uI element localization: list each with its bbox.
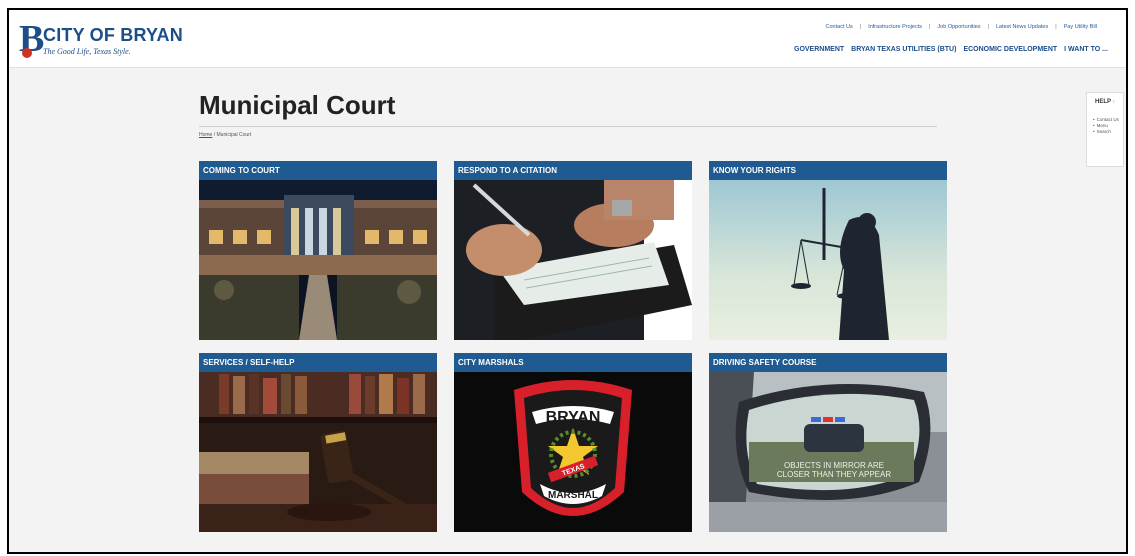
writing-citation-photo-icon — [454, 180, 692, 340]
tile-city-marshals[interactable]: CITY MARSHALS BRYAN TEXAS MARSHAL — [454, 353, 692, 532]
gavel-books-photo-icon — [199, 372, 437, 532]
main-nav: GOVERNMENT BRYAN TEXAS UTILITIES (BTU) E… — [794, 46, 1108, 53]
logo-b-mark-icon: B — [19, 18, 45, 60]
tile-title: CITY MARSHALS — [454, 353, 692, 372]
tile-title: COMING TO COURT — [199, 161, 437, 180]
help-links: Contact Us Menu Search — [1093, 117, 1119, 135]
browser-viewport: B CITY OF BRYAN The Good Life, Texas Sty… — [7, 8, 1128, 554]
logo-tagline: The Good Life, Texas Style. — [43, 47, 131, 56]
tile-title: KNOW YOUR RIGHTS — [709, 161, 947, 180]
side-mirror-photo-icon: OBJECTS IN MIRROR ARE CLOSER THAN THEY A… — [709, 372, 947, 532]
marshal-badge-photo-icon: BRYAN TEXAS MARSHAL — [454, 372, 692, 532]
breadcrumb-current: Municipal Court — [216, 132, 252, 138]
title-divider — [199, 126, 937, 127]
badge-top-text: BRYAN — [546, 409, 601, 426]
tile-driving-safety-course[interactable]: DRIVING SAFETY COURSE OBJECTS IN MIRROR … — [709, 353, 947, 532]
tile-title: SERVICES / SELF-HELP — [199, 353, 437, 372]
utility-link-pay-bill[interactable]: Pay Utility Bill — [1061, 24, 1100, 30]
tile-respond-to-citation[interactable]: RESPOND TO A CITATION — [454, 161, 692, 340]
utility-link-infrastructure[interactable]: Infrastructure Projects — [865, 24, 925, 30]
breadcrumb-home[interactable]: Home — [199, 132, 212, 138]
help-title: HELP › — [1095, 99, 1115, 105]
nav-i-want-to[interactable]: I WANT TO ... — [1064, 46, 1108, 53]
mirror-text-line-1: OBJECTS IN MIRROR ARE — [784, 461, 884, 470]
separator: | — [1055, 24, 1057, 30]
tile-title: RESPOND TO A CITATION — [454, 161, 692, 180]
site-header: B CITY OF BRYAN The Good Life, Texas Sty… — [9, 10, 1126, 68]
lady-justice-photo-icon — [709, 180, 947, 340]
chevron-right-icon: › — [1112, 99, 1115, 105]
nav-btu[interactable]: BRYAN TEXAS UTILITIES (BTU) — [851, 46, 956, 53]
tile-title: DRIVING SAFETY COURSE — [709, 353, 947, 372]
help-widget[interactable]: HELP › Contact Us Menu Search — [1086, 92, 1124, 167]
separator: | — [859, 24, 862, 30]
badge-bottom-text: MARSHAL — [548, 490, 598, 501]
nav-economic-development[interactable]: ECONOMIC DEVELOPMENT — [963, 46, 1057, 53]
breadcrumb: Home / Municipal Court — [199, 132, 251, 138]
courthouse-photo-icon — [199, 180, 437, 340]
utility-link-jobs[interactable]: Job Opportunities — [934, 24, 983, 30]
logo-name: CITY OF BRYAN — [43, 25, 183, 45]
utility-link-contact[interactable]: Contact Us — [823, 24, 856, 30]
help-title-text: HELP — [1095, 99, 1111, 105]
tile-coming-to-court[interactable]: COMING TO COURT — [199, 161, 437, 340]
utility-links: Contact Us | Infrastructure Projects | J… — [823, 24, 1100, 30]
mirror-text-line-2: CLOSER THAN THEY APPEAR — [777, 470, 891, 479]
city-logo[interactable]: B CITY OF BRYAN The Good Life, Texas Sty… — [19, 19, 199, 61]
nav-government[interactable]: GOVERNMENT — [794, 46, 844, 53]
tile-services-self-help[interactable]: SERVICES / SELF-HELP — [199, 353, 437, 532]
tile-know-your-rights[interactable]: KNOW YOUR RIGHTS — [709, 161, 947, 340]
page-title: Municipal Court — [199, 90, 396, 120]
separator: | — [987, 24, 989, 30]
separator: | — [928, 24, 931, 30]
utility-link-news[interactable]: Latest News Updates — [993, 24, 1051, 30]
help-link-search[interactable]: Search — [1093, 129, 1119, 135]
